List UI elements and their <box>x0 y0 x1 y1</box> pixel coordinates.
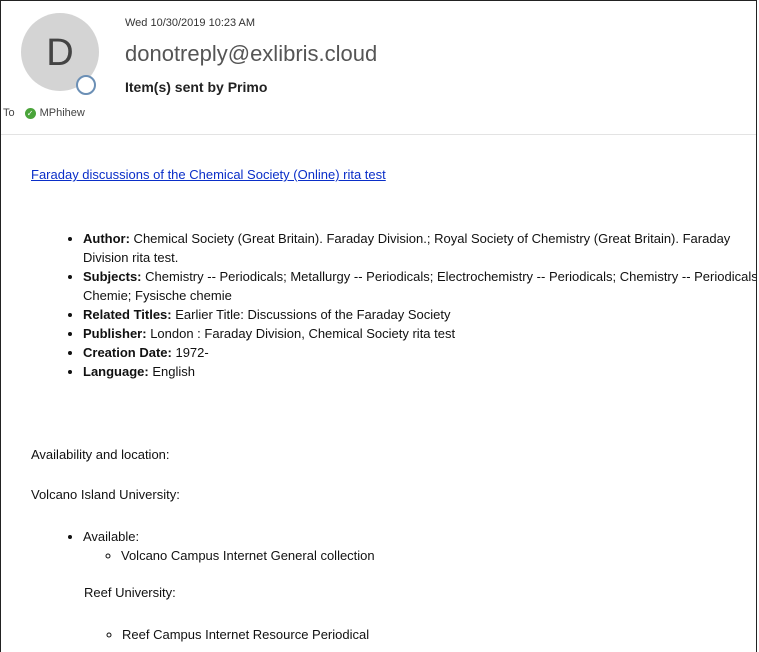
detail-related-titles: Related Titles: Earlier Title: Discussio… <box>83 305 756 324</box>
recipient[interactable]: ✓ MPhihew <box>24 107 85 119</box>
detail-author: Author: Chemical Society (Great Britain)… <box>83 229 756 267</box>
to-row: To ✓ MPhihew <box>3 107 85 119</box>
to-label: To <box>3 107 15 119</box>
email-header: D Wed 10/30/2019 10:23 AM donotreply@exl… <box>1 1 756 135</box>
institution-name: Volcano Island University: <box>31 487 180 502</box>
detail-publisher: Publisher: London : Faraday Division, Ch… <box>83 324 756 343</box>
availability-status-list: Available: Volcano Campus Internet Gener… <box>53 527 375 565</box>
sender-address[interactable]: donotreply@exlibris.cloud <box>125 41 377 67</box>
availability-status: Available: Volcano Campus Internet Gener… <box>83 527 375 565</box>
location-list: Volcano Campus Internet General collecti… <box>83 546 375 565</box>
sent-date: Wed 10/30/2019 10:23 AM <box>125 17 256 29</box>
record-details-list: Author: Chemical Society (Great Britain)… <box>53 229 756 381</box>
location-list-2: Reef Campus Internet Resource Periodical <box>84 625 369 644</box>
online-check-icon: ✓ <box>24 107 36 119</box>
header-divider <box>1 134 756 135</box>
email-subject: Item(s) sent by Primo <box>125 79 268 95</box>
availability-heading: Availability and location: <box>31 447 170 462</box>
detail-language: Language: English <box>83 362 756 381</box>
location-item-2: Reef Campus Internet Resource Periodical <box>122 625 369 644</box>
institution-name-2: Reef University: <box>84 585 176 600</box>
record-title-link[interactable]: Faraday discussions of the Chemical Soci… <box>31 167 386 182</box>
detail-creation-date: Creation Date: 1972- <box>83 343 756 362</box>
detail-subjects: Subjects: Chemistry -- Periodicals; Meta… <box>83 267 756 305</box>
recipient-name: MPhihew <box>39 107 85 119</box>
email-reading-pane: D Wed 10/30/2019 10:23 AM donotreply@exl… <box>0 0 757 652</box>
presence-status-icon <box>76 75 96 95</box>
location-item: Volcano Campus Internet General collecti… <box>121 546 375 565</box>
